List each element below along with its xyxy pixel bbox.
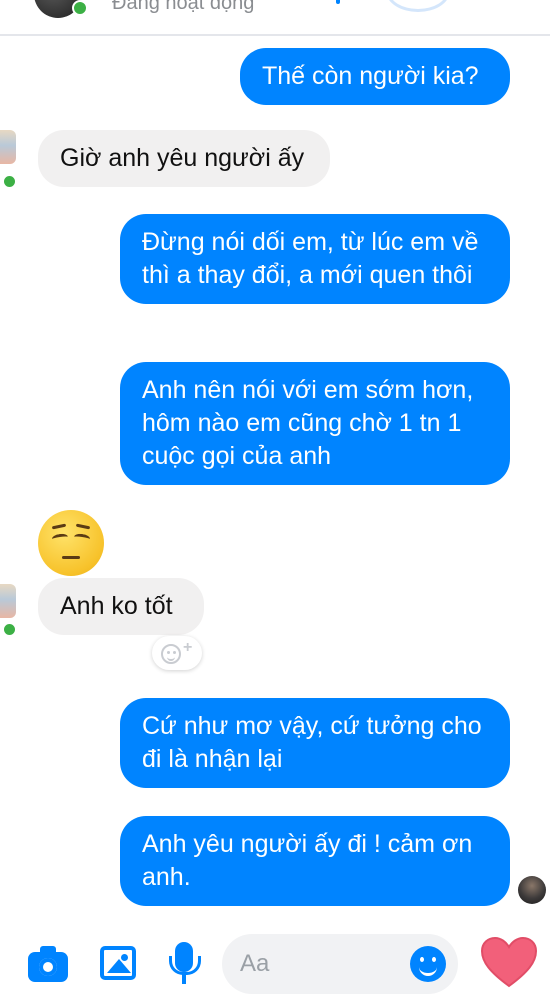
contact-avatar-small — [0, 130, 16, 164]
seen-receipt-avatar — [518, 876, 546, 904]
chat-header: Đang hoạt động — [0, 0, 550, 34]
plus-icon: + — [183, 639, 193, 656]
emoji-icon[interactable] — [410, 946, 446, 982]
header-divider — [0, 34, 550, 36]
microphone-icon[interactable] — [169, 942, 201, 984]
gallery-icon[interactable] — [100, 946, 136, 980]
camera-icon[interactable] — [28, 946, 68, 982]
contact-avatar-small — [0, 584, 16, 618]
online-indicator — [72, 0, 88, 16]
pensive-face-emoji[interactable] — [38, 510, 104, 576]
heart-icon[interactable] — [480, 936, 538, 988]
incoming-message[interactable]: Giờ anh yêu người ấy — [38, 130, 330, 187]
message-composer: Aa — [0, 920, 550, 1000]
message-input[interactable]: Aa — [222, 934, 458, 994]
incoming-message[interactable]: Anh ko tốt — [38, 578, 204, 635]
outgoing-message[interactable]: Anh nên nói với em sớm hơn, hôm nào em c… — [120, 362, 510, 485]
video-call-icon[interactable] — [386, 0, 450, 12]
active-status: Đang hoạt động — [112, 0, 255, 14]
outgoing-message[interactable]: Anh yêu người ấy đi ! cảm ơn anh. — [120, 816, 510, 906]
phone-call-icon[interactable] — [318, 0, 358, 10]
outgoing-message[interactable]: Đừng nói dối em, từ lúc em về thì a thay… — [120, 214, 510, 304]
message-input-placeholder: Aa — [240, 950, 270, 977]
online-indicator — [2, 174, 17, 189]
smiley-icon — [161, 644, 181, 664]
outgoing-message[interactable]: Cứ như mơ vậy, cứ tưởng cho đi là nhận l… — [120, 698, 510, 788]
outgoing-message[interactable]: Thế còn người kia? — [240, 48, 510, 105]
add-reaction-button[interactable]: + — [152, 636, 202, 670]
online-indicator — [2, 622, 17, 637]
